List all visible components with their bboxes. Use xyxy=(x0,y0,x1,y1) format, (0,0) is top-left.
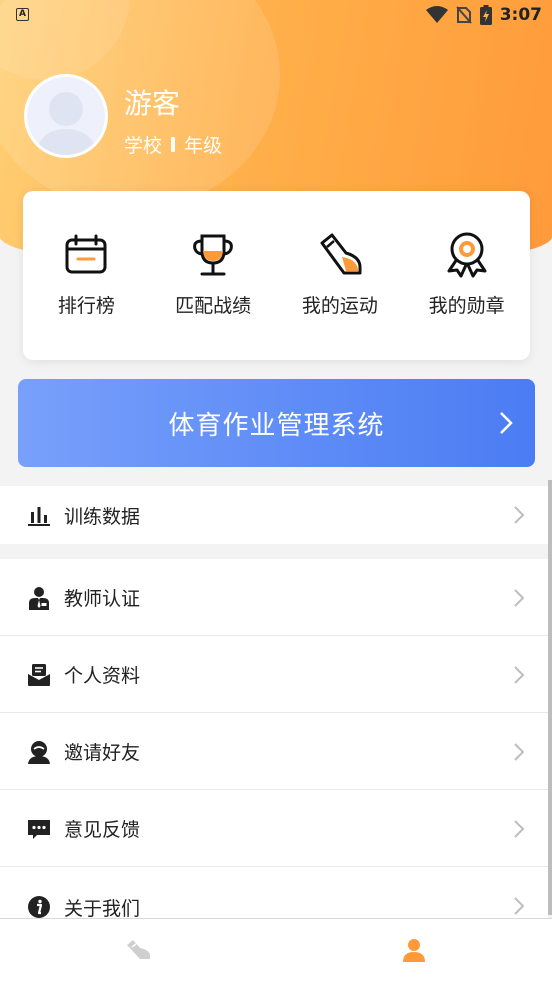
medal-icon xyxy=(447,232,487,278)
menu-row-invite-friends[interactable]: 邀请好友 xyxy=(0,713,548,790)
chevron-right-icon xyxy=(514,588,524,607)
no-sim-icon xyxy=(455,6,472,24)
grade-label: 年级 xyxy=(184,135,223,157)
shoe-icon xyxy=(320,233,362,275)
avatar[interactable] xyxy=(24,74,108,158)
wifi-icon xyxy=(425,6,448,23)
menu-label: 邀请好友 xyxy=(64,742,141,764)
battery-charging-icon xyxy=(479,5,492,25)
bar-chart-icon xyxy=(28,507,50,526)
separator xyxy=(171,137,176,152)
menu-label: 关于我们 xyxy=(64,898,141,920)
calendar-icon xyxy=(65,234,107,274)
scrollbar[interactable] xyxy=(548,480,552,915)
status-bar: A 3:07 xyxy=(0,0,552,30)
invite-friend-icon xyxy=(28,740,50,764)
menu-row-feedback[interactable]: 意见反馈 xyxy=(0,790,548,867)
teacher-icon xyxy=(29,586,49,610)
user-icon xyxy=(403,939,425,962)
chevron-right-icon xyxy=(514,897,524,915)
menu-row-personal-info[interactable]: 个人资料 xyxy=(0,636,548,713)
menu-label: 教师认证 xyxy=(64,588,141,610)
quick-action-label: 我的运动 xyxy=(301,295,378,317)
info-icon xyxy=(28,896,50,918)
quick-actions-card: 排行榜 匹配战绩 我的运动 我的勋章 xyxy=(23,191,530,360)
feedback-icon xyxy=(28,819,50,839)
quick-action-label: 我的勋章 xyxy=(428,295,505,317)
chevron-right-icon xyxy=(514,742,524,761)
status-time: 3:07 xyxy=(499,5,542,25)
trophy-icon xyxy=(193,234,233,276)
school-label: 学校 xyxy=(124,135,163,157)
status-icons: 3:07 xyxy=(425,5,542,25)
menu-label: 意见反馈 xyxy=(64,819,141,841)
chevron-right-icon xyxy=(514,819,524,838)
chevron-right-icon xyxy=(500,412,513,434)
nav-tab-me[interactable] xyxy=(276,919,552,981)
pe-homework-system-banner[interactable]: 体育作业管理系统 xyxy=(18,379,535,467)
status-indicator: A xyxy=(16,8,29,21)
quick-action-my-medals[interactable]: 我的勋章 xyxy=(403,191,530,360)
chevron-right-icon xyxy=(514,506,524,524)
menu-row-training-data[interactable]: 训练数据 xyxy=(0,486,548,544)
quick-action-label: 排行榜 xyxy=(57,295,115,317)
banner-title: 体育作业管理系统 xyxy=(168,410,385,441)
quick-action-leaderboard[interactable]: 排行榜 xyxy=(23,191,150,360)
user-school-grade: 学校 年级 xyxy=(124,131,222,158)
menu-row-teacher-auth[interactable]: 教师认证 xyxy=(0,559,548,636)
menu-label: 个人资料 xyxy=(64,665,141,687)
bottom-navigation xyxy=(0,918,552,981)
chevron-right-icon xyxy=(514,665,524,684)
user-name: 游客 xyxy=(124,87,181,120)
quick-action-my-sports[interactable]: 我的运动 xyxy=(277,191,404,360)
menu-label: 训练数据 xyxy=(64,505,141,528)
quick-action-label: 匹配战绩 xyxy=(175,295,252,317)
sneaker-icon xyxy=(127,940,150,959)
nav-tab-sport[interactable] xyxy=(0,919,276,981)
profile-card-icon xyxy=(28,663,50,686)
quick-action-match-record[interactable]: 匹配战绩 xyxy=(150,191,277,360)
menu-row-about-us[interactable]: 关于我们 xyxy=(0,867,548,920)
